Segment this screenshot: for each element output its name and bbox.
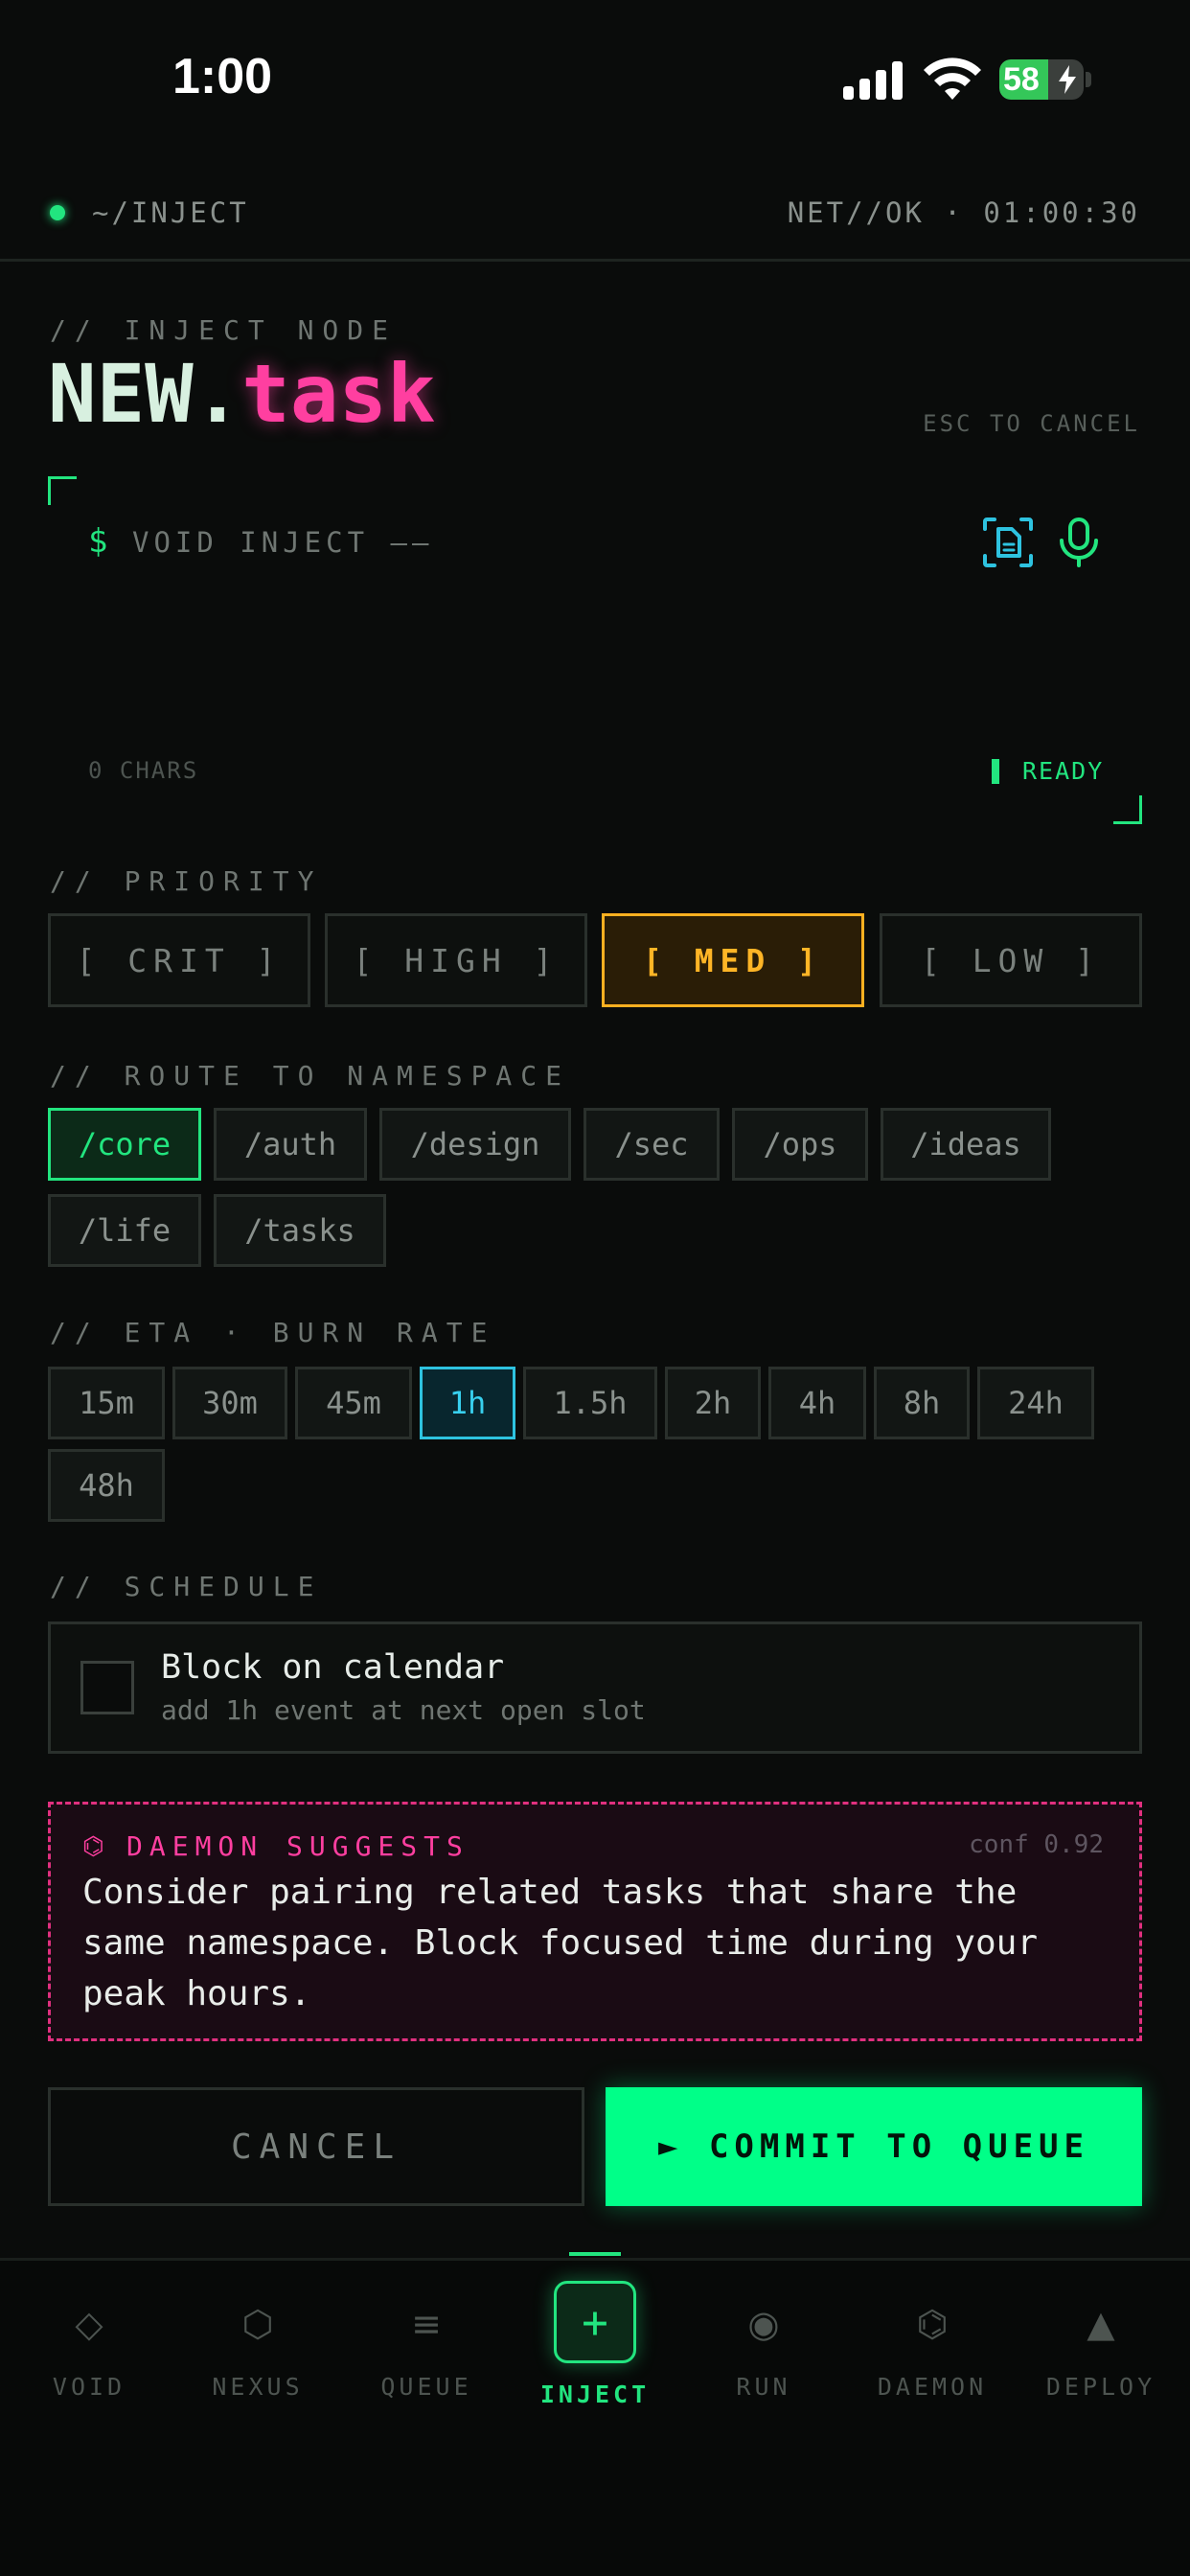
char-count: 0 CHARS bbox=[88, 757, 199, 784]
namespace-chip-ops[interactable]: /ops bbox=[732, 1108, 868, 1181]
namespace-chip-ideas[interactable]: /ideas bbox=[881, 1108, 1051, 1181]
schedule-card[interactable] bbox=[48, 1622, 1142, 1754]
tab-inject[interactable]: + INJECT bbox=[511, 2281, 679, 2408]
wifi-icon bbox=[924, 58, 981, 100]
top-divider bbox=[0, 259, 1190, 262]
battery-indicator: 58 bbox=[999, 59, 1084, 100]
page-title: NEW.task bbox=[48, 347, 436, 441]
tab-nexus[interactable]: ⬡ NEXUS bbox=[173, 2281, 342, 2401]
eta-option-8h[interactable]: 8h bbox=[874, 1367, 970, 1439]
prompt-symbol: $ bbox=[88, 522, 108, 561]
priority-crit-button[interactable]: [ CRIT ] bbox=[48, 913, 310, 1007]
tab-label: DAEMON bbox=[877, 2373, 988, 2401]
namespace-chip-design[interactable]: /design bbox=[379, 1108, 571, 1181]
daemon-label: DAEMON SUGGESTS bbox=[126, 1830, 469, 1862]
input-corner-top-left bbox=[48, 476, 77, 505]
microphone-icon[interactable] bbox=[1052, 516, 1106, 569]
section-label-schedule: // SCHEDULE bbox=[50, 1571, 323, 1602]
namespace-chip-sec[interactable]: /sec bbox=[584, 1108, 720, 1181]
tab-label: INJECT bbox=[539, 2380, 651, 2408]
priority-high-button[interactable]: [ HIGH ] bbox=[325, 913, 587, 1007]
current-path: ~/INJECT bbox=[92, 196, 249, 229]
eta-option-1h[interactable]: 1h bbox=[420, 1367, 515, 1439]
namespace-chip-core[interactable]: /core bbox=[48, 1108, 201, 1181]
daemon-confidence: conf 0.92 bbox=[969, 1830, 1104, 1859]
cellular-signal-icon bbox=[843, 61, 903, 100]
charging-bolt-icon bbox=[1059, 65, 1076, 94]
tab-label: DEPLOY bbox=[1045, 2373, 1156, 2401]
section-label-eta: // ETA · BURN RATE bbox=[50, 1317, 496, 1348]
ready-status: READY bbox=[1022, 757, 1105, 785]
hexagon-icon: ⬡ bbox=[241, 2303, 274, 2345]
tab-run[interactable]: ◉ RUN bbox=[679, 2281, 848, 2401]
tab-queue[interactable]: ≡ QUEUE bbox=[342, 2281, 511, 2401]
scan-doc-icon[interactable] bbox=[981, 516, 1035, 569]
tab-label: NEXUS bbox=[212, 2373, 304, 2401]
priority-low-button[interactable]: [ LOW ] bbox=[880, 913, 1142, 1007]
eta-option-1-5h[interactable]: 1.5h bbox=[523, 1367, 657, 1439]
eta-option-24h[interactable]: 24h bbox=[977, 1367, 1094, 1439]
eta-option-30m[interactable]: 30m bbox=[172, 1367, 287, 1439]
namespace-chip-auth[interactable]: /auth bbox=[214, 1108, 367, 1181]
cancel-button[interactable]: CANCEL bbox=[48, 2087, 584, 2206]
tab-void[interactable]: ◇ VOID bbox=[5, 2281, 173, 2401]
section-label-namespace: // ROUTE TO NAMESPACE bbox=[50, 1060, 571, 1092]
diamond-icon: ◇ bbox=[75, 2303, 103, 2345]
block-calendar-checkbox[interactable] bbox=[80, 1661, 134, 1714]
tab-label: VOID bbox=[52, 2373, 126, 2401]
section-label-priority: // PRIORITY bbox=[50, 865, 323, 897]
ready-indicator-bar bbox=[992, 759, 999, 784]
priority-med-button[interactable]: [ MED ] bbox=[602, 913, 864, 1007]
tab-deploy[interactable]: ▲ DEPLOY bbox=[1017, 2281, 1185, 2401]
daemon-hex-icon: ⌬ bbox=[916, 2303, 949, 2345]
input-corner-bottom-right bbox=[1113, 795, 1142, 824]
active-tab-indicator bbox=[569, 2252, 621, 2256]
battery-nub bbox=[1086, 72, 1091, 87]
task-input-placeholder[interactable]: VOID INJECT —— bbox=[132, 526, 433, 559]
online-status-dot bbox=[50, 205, 65, 220]
daemon-icon: ⌬ bbox=[82, 1832, 104, 1861]
schedule-title: Block on calendar bbox=[161, 1648, 505, 1687]
daemon-suggestion-text: Consider pairing related tasks that shar… bbox=[82, 1873, 1038, 2013]
status-time: 1:00 bbox=[172, 49, 273, 104]
title-accent: task bbox=[241, 347, 436, 441]
namespace-chip-life[interactable]: /life bbox=[48, 1194, 201, 1267]
tab-daemon[interactable]: ⌬ DAEMON bbox=[848, 2281, 1017, 2401]
tab-label: RUN bbox=[736, 2373, 791, 2401]
eta-option-45m[interactable]: 45m bbox=[295, 1367, 412, 1439]
schedule-subtitle: add 1h event at next open slot bbox=[161, 1694, 646, 1726]
eta-option-15m[interactable]: 15m bbox=[48, 1367, 165, 1439]
record-icon: ◉ bbox=[747, 2303, 780, 2345]
plus-icon: + bbox=[554, 2281, 636, 2363]
battery-level: 58 bbox=[1003, 61, 1040, 98]
triangle-icon: ▲ bbox=[1087, 2303, 1115, 2345]
network-status: NET//OK · 01:00:30 bbox=[787, 196, 1140, 229]
eta-option-4h[interactable]: 4h bbox=[768, 1367, 866, 1439]
tab-label: QUEUE bbox=[380, 2373, 472, 2401]
section-label-inject-node: // INJECT NODE bbox=[50, 314, 398, 346]
esc-cancel-hint[interactable]: ESC TO CANCEL bbox=[923, 410, 1140, 437]
list-icon: ≡ bbox=[411, 2303, 442, 2345]
eta-option-2h[interactable]: 2h bbox=[665, 1367, 761, 1439]
title-prefix: NEW. bbox=[48, 347, 242, 441]
commit-to-queue-button[interactable]: ► COMMIT TO QUEUE bbox=[606, 2087, 1142, 2206]
eta-option-48h[interactable]: 48h bbox=[48, 1449, 165, 1522]
namespace-chip-tasks[interactable]: /tasks bbox=[214, 1194, 386, 1267]
